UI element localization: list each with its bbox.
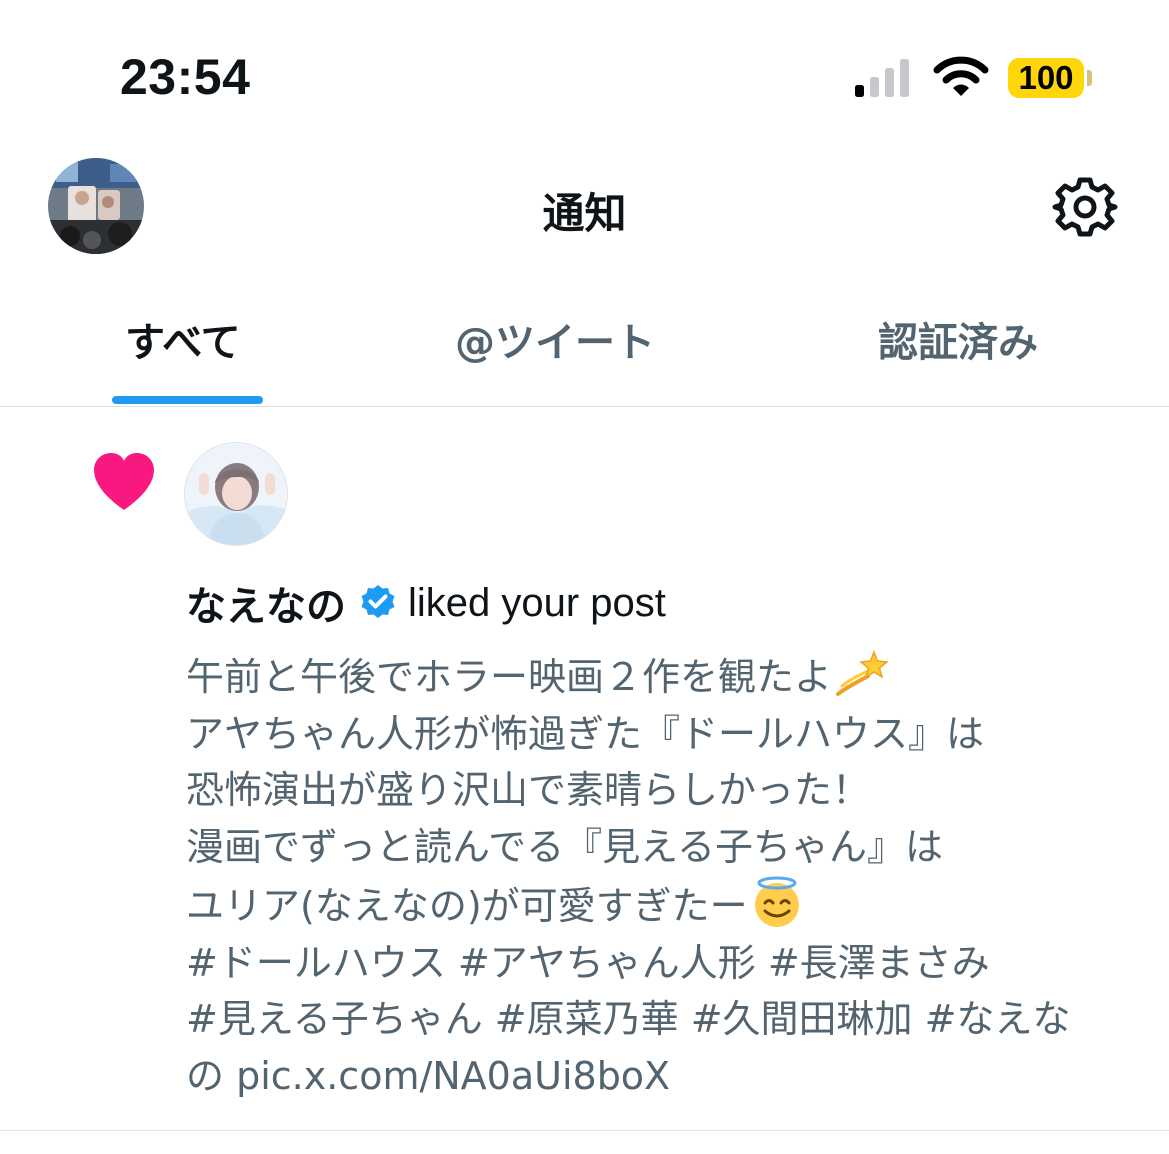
battery-tip: [1087, 70, 1092, 86]
actor-name[interactable]: なえなの: [186, 574, 346, 632]
battery-percent: 100: [1018, 59, 1074, 96]
post-line: 午前と午後でホラー映画２作を観たよ: [186, 646, 1146, 706]
active-tab-indicator: [112, 396, 263, 404]
heart-icon: [94, 453, 154, 510]
actor-avatar[interactable]: [184, 442, 288, 546]
post-text[interactable]: 午前と午後でホラー映画２作を観たよ アヤちゃん人形が怖過ぎた『ドールハウス』は …: [186, 646, 1146, 1104]
tab-all[interactable]: すべて: [125, 310, 241, 368]
actor-avatar-image: [185, 443, 287, 545]
post-hashtags[interactable]: #ドールハウス #アヤちゃん人形 #長澤まさみ: [186, 935, 1146, 992]
post-link[interactable]: の pic.x.com/NA0aUi8boX: [186, 1048, 1146, 1105]
post-line-text: ユリア(なえなの)が可愛すぎたー: [186, 884, 748, 928]
status-bar: 23:54 100: [0, 0, 1169, 150]
tab-verified[interactable]: 認証済み: [878, 310, 1038, 368]
cellular-signal-icon: [855, 59, 909, 97]
notification-action-line: なえなの liked your post: [186, 574, 666, 632]
status-time: 23:54: [120, 49, 251, 105]
notification-tabs: すべて @ツイート 認証済み: [0, 290, 1169, 407]
battery-indicator: 100: [1008, 58, 1084, 98]
post-hashtags[interactable]: #見える子ちゃん #原菜乃華 #久間田琳加 #なえな: [186, 991, 1146, 1048]
post-line-text: 午前と午後でホラー映画２作を観たよ: [186, 655, 833, 699]
post-line: アヤちゃん人形が怖過ぎた『ドールハウス』は: [186, 711, 985, 756]
smiling-face-with-halo-icon: [754, 876, 799, 927]
post-line: 漫画でずっと読んでる『見える子ちゃん』は: [186, 824, 943, 869]
tab-mentions[interactable]: @ツイート: [455, 310, 655, 368]
page-title: 通知: [542, 189, 627, 238]
post-line: 恐怖演出が盛り沢山で素晴らしかった！: [186, 768, 871, 812]
gear-icon[interactable]: [1052, 174, 1118, 240]
verified-badge-icon: [361, 585, 395, 618]
header: 通知: [0, 150, 1169, 270]
notification-item[interactable]: なえなの liked your post 午前と午後でホラー映画２作を観たよ ア…: [0, 408, 1169, 1131]
wifi-icon: [933, 56, 989, 96]
dizzy-emoji-icon: [836, 649, 889, 696]
action-text: liked your post: [408, 580, 666, 625]
post-line: ユリア(なえなの)が可愛すぎたー: [186, 875, 1146, 935]
